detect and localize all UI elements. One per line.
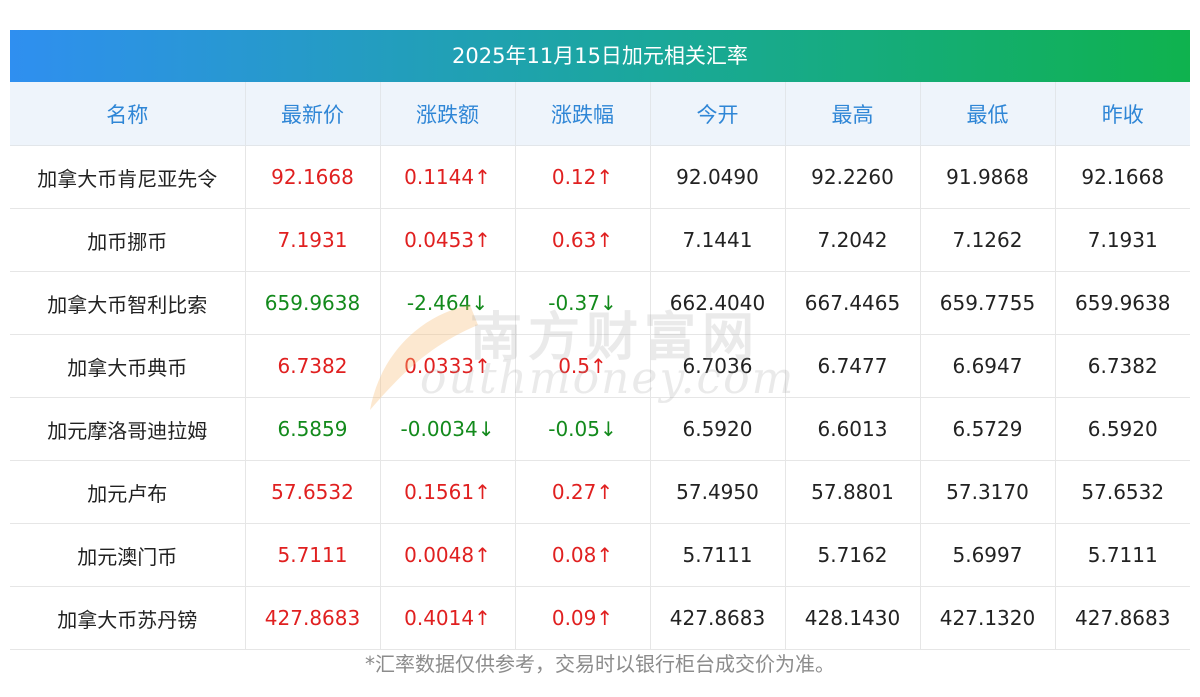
cell-latest: 6.7382: [245, 334, 381, 398]
rates-table: 名称 最新价 涨跌额 涨跌幅 今开 最高 最低 昨收 加拿大币肯尼亚先令 92.1…: [10, 82, 1190, 650]
cell-change: 0.0048↑: [380, 523, 516, 587]
cell-high: 57.8801: [785, 460, 921, 524]
col-header-high: 最高: [785, 82, 921, 146]
table-row: 加拿大币智利比索 659.9638 -2.464↓ -0.37↓ 662.4040 667…: [10, 271, 1190, 335]
cell-high: 5.7162: [785, 523, 921, 587]
cell-latest: 57.6532: [245, 460, 381, 524]
cell-latest: 7.1931: [245, 208, 381, 272]
cell-open: 6.5920: [650, 397, 786, 461]
table-header-row: 名称 最新价 涨跌额 涨跌幅 今开 最高 最低 昨收: [10, 82, 1190, 146]
cell-latest: 427.8683: [245, 586, 381, 650]
col-header-prev: 昨收: [1055, 82, 1190, 146]
table-row: 加拿大币苏丹镑 427.8683 0.4014↑ 0.09↑ 427.8683 428.1…: [10, 586, 1190, 650]
cell-prev: 6.5920: [1055, 397, 1190, 461]
cell-name: 加拿大币苏丹镑: [10, 586, 246, 650]
cell-prev: 57.6532: [1055, 460, 1190, 524]
cell-open: 662.4040: [650, 271, 786, 335]
cell-name: 加元卢布: [10, 460, 246, 524]
cell-change: -2.464↓: [380, 271, 516, 335]
cell-name: 加拿大币典币: [10, 334, 246, 398]
table-row: 加元澳门币 5.7111 0.0048↑ 0.08↑ 5.7111 5.7162 5.699…: [10, 523, 1190, 587]
cell-prev: 7.1931: [1055, 208, 1190, 272]
cell-latest: 5.7111: [245, 523, 381, 587]
cell-high: 428.1430: [785, 586, 921, 650]
footnote: *汇率数据仅供参考，交易时以银行柜台成交价为准。: [365, 652, 835, 676]
cell-low: 6.6947: [920, 334, 1056, 398]
cell-name: 加元澳门币: [10, 523, 246, 587]
table-row: 加币挪币 7.1931 0.0453↑ 0.63↑ 7.1441 7.2042 7.1262…: [10, 208, 1190, 272]
cell-high: 92.2260: [785, 145, 921, 209]
page-title: 2025年11月15日加元相关汇率: [10, 30, 1190, 82]
cell-pct: 0.12↑: [515, 145, 651, 209]
cell-change: -0.0034↓: [380, 397, 516, 461]
cell-prev: 92.1668: [1055, 145, 1190, 209]
cell-pct: 0.09↑: [515, 586, 651, 650]
cell-pct: 0.08↑: [515, 523, 651, 587]
cell-change: 0.0333↑: [380, 334, 516, 398]
cell-high: 7.2042: [785, 208, 921, 272]
col-header-open: 今开: [650, 82, 786, 146]
cell-low: 6.5729: [920, 397, 1056, 461]
cell-high: 6.6013: [785, 397, 921, 461]
cell-prev: 5.7111: [1055, 523, 1190, 587]
cell-name: 加元摩洛哥迪拉姆: [10, 397, 246, 461]
cell-name: 加拿大币肯尼亚先令: [10, 145, 246, 209]
cell-latest: 659.9638: [245, 271, 381, 335]
cell-pct: 0.27↑: [515, 460, 651, 524]
cell-prev: 6.7382: [1055, 334, 1190, 398]
table-row: 加元卢布 57.6532 0.1561↑ 0.27↑ 57.4950 57.8801 57.…: [10, 460, 1190, 524]
cell-pct: -0.05↓: [515, 397, 651, 461]
col-header-low: 最低: [920, 82, 1056, 146]
cell-change: 0.0453↑: [380, 208, 516, 272]
cell-high: 6.7477: [785, 334, 921, 398]
cell-prev: 659.9638: [1055, 271, 1190, 335]
col-header-change: 涨跌额: [380, 82, 516, 146]
cell-name: 加拿大币智利比索: [10, 271, 246, 335]
cell-latest: 92.1668: [245, 145, 381, 209]
col-header-pct: 涨跌幅: [515, 82, 651, 146]
table-row: 加元摩洛哥迪拉姆 6.5859 -0.0034↓ -0.05↓ 6.5920 6.6013…: [10, 397, 1190, 461]
rates-panel: 2025年11月15日加元相关汇率 名称 最新价 涨跌额 涨跌幅 今开 最高 最…: [10, 30, 1190, 650]
col-header-name: 名称: [10, 82, 246, 146]
cell-open: 92.0490: [650, 145, 786, 209]
table-row: 加拿大币典币 6.7382 0.0333↑ 0.5↑ 6.7036 6.7477 6.694…: [10, 334, 1190, 398]
cell-change: 0.4014↑: [380, 586, 516, 650]
col-header-latest: 最新价: [245, 82, 381, 146]
cell-change: 0.1144↑: [380, 145, 516, 209]
cell-open: 7.1441: [650, 208, 786, 272]
cell-open: 427.8683: [650, 586, 786, 650]
cell-open: 6.7036: [650, 334, 786, 398]
cell-change: 0.1561↑: [380, 460, 516, 524]
cell-low: 659.7755: [920, 271, 1056, 335]
cell-high: 667.4465: [785, 271, 921, 335]
cell-low: 5.6997: [920, 523, 1056, 587]
cell-prev: 427.8683: [1055, 586, 1190, 650]
cell-low: 7.1262: [920, 208, 1056, 272]
cell-pct: 0.63↑: [515, 208, 651, 272]
table-row: 加拿大币肯尼亚先令 92.1668 0.1144↑ 0.12↑ 92.0490 92.22…: [10, 145, 1190, 209]
cell-low: 57.3170: [920, 460, 1056, 524]
cell-low: 427.1320: [920, 586, 1056, 650]
cell-open: 57.4950: [650, 460, 786, 524]
cell-open: 5.7111: [650, 523, 786, 587]
cell-low: 91.9868: [920, 145, 1056, 209]
cell-latest: 6.5859: [245, 397, 381, 461]
cell-pct: 0.5↑: [515, 334, 651, 398]
cell-pct: -0.37↓: [515, 271, 651, 335]
cell-name: 加币挪币: [10, 208, 246, 272]
